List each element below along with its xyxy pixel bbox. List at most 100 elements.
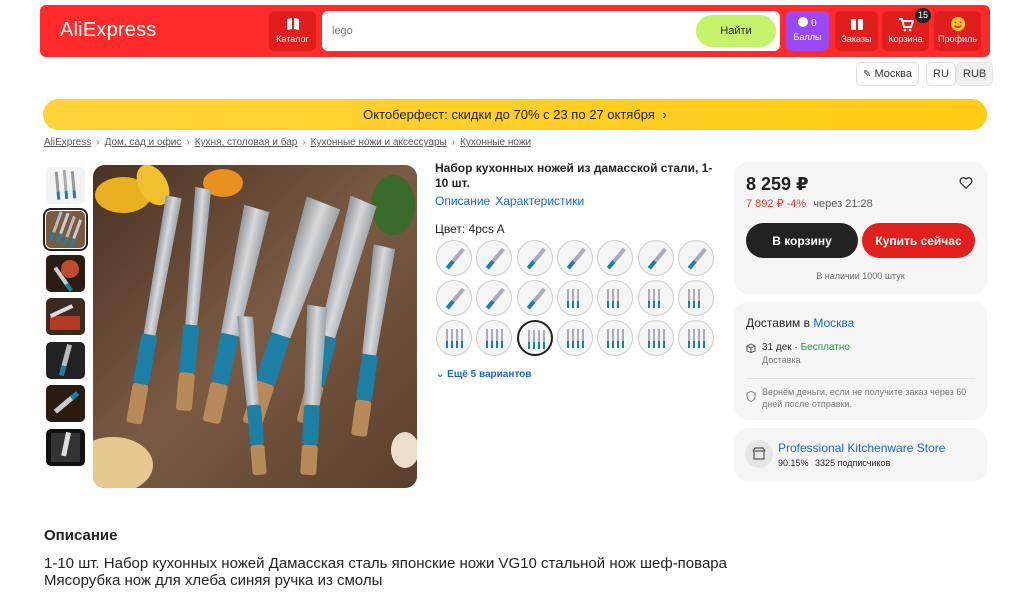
- language-selector[interactable]: RU: [926, 62, 956, 86]
- stock-info: В наличии 1000 штук: [816, 271, 905, 281]
- color-swatch[interactable]: [516, 320, 553, 356]
- color-swatch[interactable]: [476, 280, 513, 316]
- more-variants-label: Ещё 5 вариантов: [447, 369, 532, 380]
- gallery-thumbnail[interactable]: [46, 298, 85, 335]
- store-followers: 3325 подписчиков: [815, 458, 891, 468]
- breadcrumb-item[interactable]: Кухонные ножи: [460, 137, 531, 148]
- heart-icon[interactable]: [959, 176, 973, 190]
- delivery-date: 31 дек: [762, 342, 792, 353]
- currency-selector[interactable]: RUB: [956, 62, 994, 86]
- color-swatch[interactable]: [516, 280, 553, 316]
- breadcrumb-separator-icon: ›: [96, 137, 100, 148]
- shield-icon: [746, 391, 756, 402]
- color-swatch[interactable]: [556, 280, 593, 316]
- add-to-cart-button[interactable]: В корзину: [746, 223, 858, 258]
- orders-label: Заказы: [841, 34, 872, 44]
- gallery-thumbnail[interactable]: [46, 167, 85, 204]
- orders-button[interactable]: Заказы: [835, 11, 878, 51]
- gallery-thumbnail[interactable]: [46, 385, 85, 422]
- color-swatch[interactable]: [677, 240, 714, 276]
- more-variants-link[interactable]: ⌄ Ещё 5 вариантов: [436, 369, 531, 380]
- color-swatch[interactable]: [637, 280, 674, 316]
- color-swatch[interactable]: [476, 320, 513, 356]
- color-swatch[interactable]: [516, 240, 553, 276]
- cart-label: Корзина: [888, 34, 923, 44]
- search-box: Найти: [322, 11, 780, 51]
- package-icon: [746, 343, 756, 353]
- color-swatch[interactable]: [637, 320, 674, 356]
- delivery-separator: ·: [791, 342, 801, 353]
- coin-icon: [798, 17, 809, 27]
- delivery-city-link[interactable]: Москва: [813, 316, 854, 330]
- description-text: 1-10 шт. Набор кухонных ножей Дамасская …: [44, 555, 727, 589]
- breadcrumb-item[interactable]: Кухня, столовая и бар: [195, 137, 298, 148]
- knife-set-photo: [93, 165, 417, 488]
- delivery-free: Бесплатно: [800, 342, 850, 353]
- current-price: 8 259 ₽: [746, 174, 809, 194]
- price-timer: через 21:28: [813, 198, 873, 210]
- color-swatch[interactable]: [597, 280, 634, 316]
- color-swatch[interactable]: [677, 320, 714, 356]
- points-button[interactable]: 0 Баллы: [786, 11, 829, 51]
- gallery-thumbnail[interactable]: [46, 255, 85, 292]
- catalog-button[interactable]: Каталог: [269, 11, 316, 51]
- color-swatch[interactable]: [476, 240, 513, 276]
- tab-specifications[interactable]: Характеристики: [495, 194, 584, 208]
- discount-percent: -4%: [786, 198, 807, 210]
- points-label: Баллы: [793, 32, 822, 42]
- search-button[interactable]: Найти: [696, 15, 776, 47]
- promo-banner[interactable]: Октоберфест: скидки до 70% с 23 по 27 ок…: [43, 99, 987, 130]
- cart-icon: [898, 18, 914, 32]
- color-swatch[interactable]: [436, 320, 472, 356]
- cart-button[interactable]: Корзина 15: [882, 8, 931, 51]
- breadcrumb-separator-icon: ›: [302, 137, 306, 148]
- buy-now-button[interactable]: Купить сейчас: [862, 223, 975, 258]
- color-swatch[interactable]: [597, 320, 634, 356]
- price-card: 8 259 ₽ 7 892 ₽ -4% через 21:28 В корзин…: [734, 162, 987, 294]
- gallery-thumbnail[interactable]: [46, 342, 85, 379]
- refund-guarantee: Вернём деньги, если не получите заказ че…: [762, 387, 967, 409]
- breadcrumb-separator-icon: ›: [186, 137, 190, 148]
- gallery-thumbnail[interactable]: [43, 208, 88, 251]
- color-swatch[interactable]: [436, 240, 472, 276]
- color-swatch[interactable]: [556, 240, 593, 276]
- location-pin-icon: ✎: [863, 69, 872, 80]
- divider: [746, 378, 975, 379]
- city-selector[interactable]: ✎ Москва: [856, 62, 920, 86]
- book-icon: [286, 18, 299, 30]
- store-name[interactable]: Professional Kitchenware Store: [778, 441, 945, 455]
- breadcrumb: AliExpress › Дом, сад и офис › Кухня, столов…: [44, 137, 531, 148]
- price-line: 7 892 ₽ -4% через 21:28: [746, 197, 873, 210]
- store-icon: [745, 440, 773, 468]
- tab-description[interactable]: Описание: [435, 194, 490, 208]
- color-swatch[interactable]: [556, 320, 593, 356]
- chevron-down-icon: ⌄: [436, 369, 445, 380]
- gallery-thumbnail[interactable]: [46, 429, 85, 466]
- profile-label: Профиль: [938, 34, 977, 44]
- search-input[interactable]: [332, 21, 682, 41]
- color-swatch[interactable]: [677, 280, 714, 316]
- product-title: Набор кухонных ножей из дамасской стали,…: [435, 161, 713, 190]
- breadcrumb-item[interactable]: AliExpress: [44, 137, 91, 148]
- product-main-image[interactable]: [93, 165, 417, 488]
- top-header: AliExpress Каталог Найти 0 Баллы Заказы …: [40, 5, 990, 57]
- breadcrumb-item[interactable]: Дом, сад и офис: [105, 137, 182, 148]
- old-price: 7 892 ₽: [746, 198, 784, 210]
- product-tabs: Описание Характеристики: [435, 194, 589, 208]
- points-row: 0: [786, 17, 829, 29]
- breadcrumb-item[interactable]: Кухонные ножи и аксессуары: [311, 137, 447, 148]
- breadcrumb-separator-icon: ›: [451, 137, 456, 148]
- aliexpress-logo[interactable]: AliExpress: [60, 19, 156, 42]
- delivery-date-row: 31 дек · Бесплатно Доставка: [762, 342, 850, 365]
- smiley-icon: [950, 17, 965, 31]
- profile-button[interactable]: Профиль: [934, 11, 981, 51]
- color-label: Цвет: 4pcs A: [435, 222, 505, 236]
- delivery-title: Доставим в Москва: [746, 316, 854, 330]
- color-swatch[interactable]: [436, 280, 472, 316]
- store-card[interactable]: Professional Kitchenware Store 90.15% 33…: [734, 428, 987, 481]
- color-swatch[interactable]: [637, 240, 674, 276]
- catalog-label: Каталог: [276, 34, 309, 44]
- store-meta: 90.15% 3325 подписчиков: [778, 458, 890, 468]
- city-label: Москва: [874, 68, 913, 80]
- color-swatch[interactable]: [597, 240, 634, 276]
